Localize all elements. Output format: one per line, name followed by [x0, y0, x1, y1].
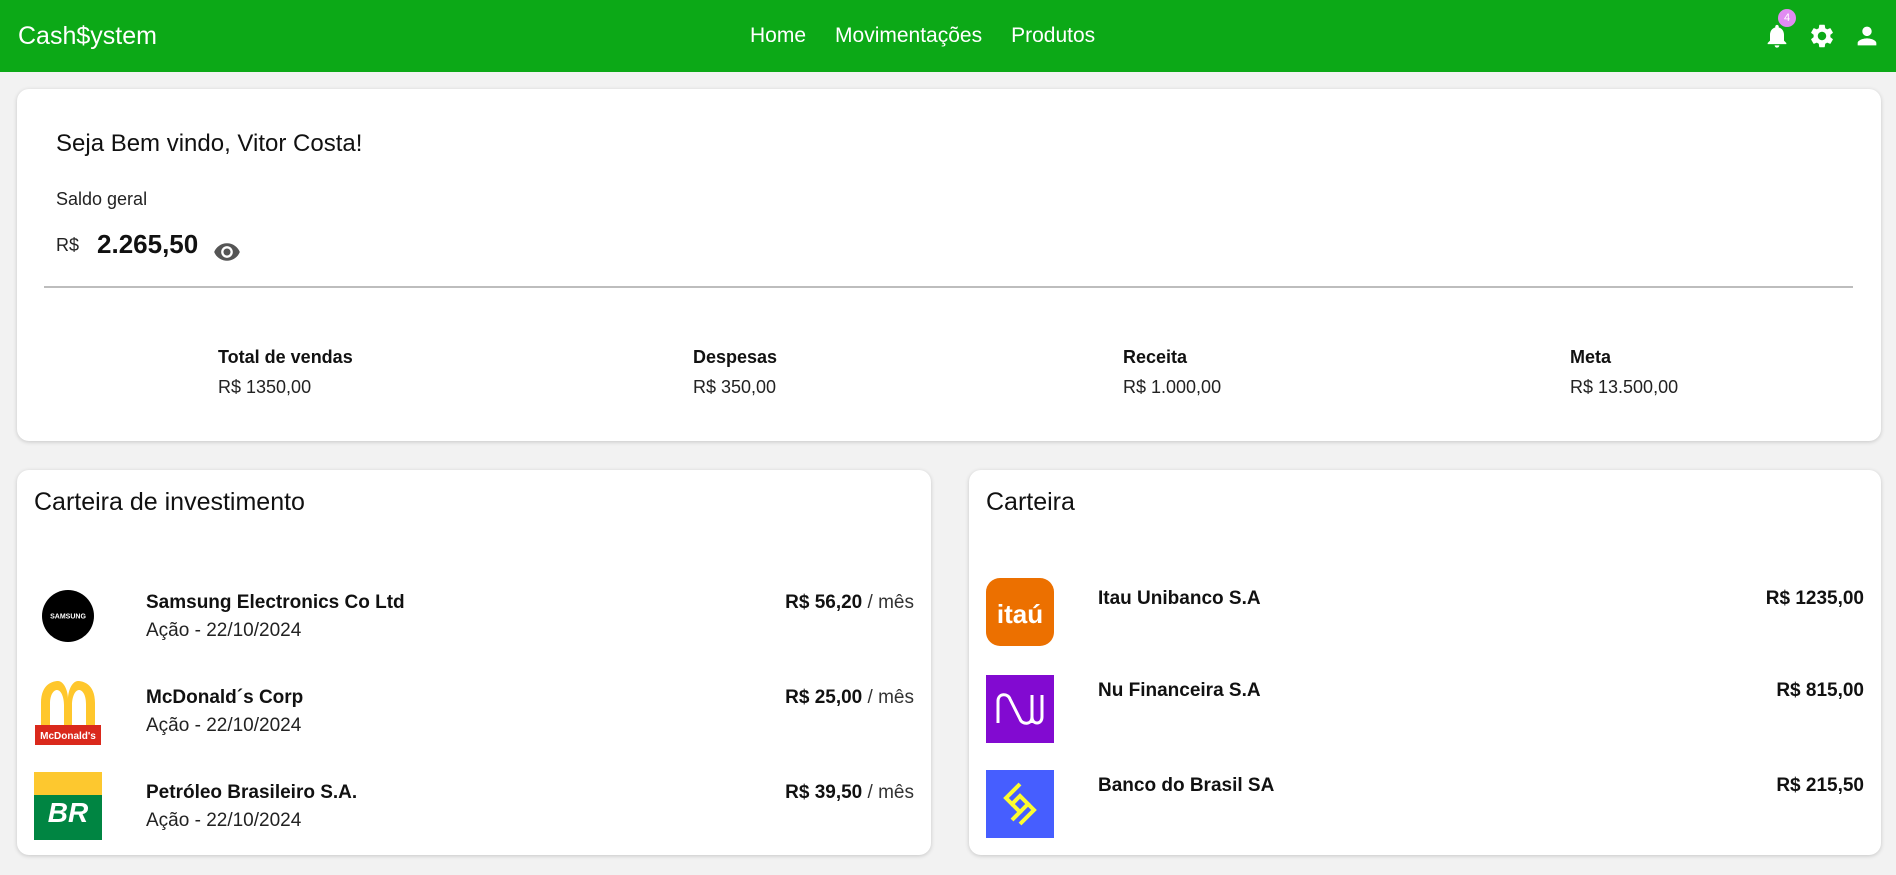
stat-value: R$ 1350,00	[218, 377, 312, 397]
investment-amount: R$ 56,20 / mês	[785, 592, 914, 613]
nubank-logo	[986, 675, 1054, 743]
wallet-row[interactable]: Nu Financeira S.A R$ 815,00	[986, 675, 1864, 743]
investment-detail: Ação - 22/10/2024	[146, 620, 302, 641]
balance-label: Saldo geral	[56, 189, 148, 209]
investment-portfolio-card: Carteira de investimento SAMSUNG Samsung…	[17, 470, 931, 855]
settings-button[interactable]	[1807, 21, 1837, 51]
stat-value: R$ 1.000,00	[1123, 377, 1222, 397]
itau-logo-text: itaú	[997, 599, 1043, 629]
stat-total-vendas: Total de vendas R$ 1350,00	[218, 347, 353, 398]
wallet-row[interactable]: Banco do Brasil SA R$ 215,50	[986, 770, 1864, 838]
wallet-card: Carteira itaú Itau Unibanco S.A R$ 1235,…	[969, 470, 1881, 855]
investment-row[interactable]: BR Petróleo Brasileiro S.A. Ação - 22/10…	[34, 772, 914, 840]
itau-logo: itaú	[986, 578, 1054, 646]
balance-summary-card: Seja Bem vindo, Vitor Costa! Saldo geral…	[17, 89, 1881, 441]
toggle-balance-visibility-button[interactable]	[213, 238, 241, 266]
person-icon	[1857, 26, 1877, 46]
wallet-row[interactable]: itaú Itau Unibanco S.A R$ 1235,00	[986, 578, 1864, 646]
notifications-button[interactable]: 4	[1762, 9, 1796, 51]
petrobras-logo: BR	[34, 772, 102, 840]
stat-label: Receita	[1123, 347, 1188, 367]
welcome-message: Seja Bem vindo, Vitor Costa!	[56, 130, 363, 157]
nav-produtos-link[interactable]: Produtos	[1011, 24, 1095, 48]
wallet-amount: R$ 215,50	[1776, 775, 1864, 796]
eye-icon	[214, 243, 241, 261]
wallet-amount: R$ 1235,00	[1765, 588, 1864, 609]
header-actions: 4	[1747, 0, 1882, 72]
investment-row[interactable]: SAMSUNG Samsung Electronics Co Ltd Ação …	[34, 582, 914, 650]
investment-detail: Ação - 22/10/2024	[146, 810, 302, 831]
investment-detail: Ação - 22/10/2024	[146, 715, 302, 736]
investment-name: Petróleo Brasileiro S.A.	[146, 782, 358, 803]
mcdonalds-logo: McDonald's	[35, 681, 101, 745]
investment-name: McDonald´s Corp	[146, 687, 304, 708]
samsung-logo-text: SAMSUNG	[50, 614, 86, 621]
investment-card-title: Carteira de investimento	[34, 488, 305, 516]
wallet-amount: R$ 815,00	[1776, 680, 1864, 701]
samsung-logo: SAMSUNG	[42, 590, 94, 642]
mcdonalds-logo-text: McDonald's	[40, 731, 96, 742]
petrobras-logo-text: BR	[48, 797, 89, 828]
stat-despesas: Despesas R$ 350,00	[693, 347, 777, 398]
stat-value: R$ 13.500,00	[1570, 377, 1679, 397]
account-button[interactable]	[1852, 21, 1882, 51]
stat-label: Meta	[1570, 347, 1612, 367]
gear-icon	[1811, 24, 1833, 48]
stat-value: R$ 350,00	[693, 377, 777, 397]
balance-currency: R$	[56, 235, 80, 255]
summary-divider	[44, 286, 1853, 288]
balance-row: R$ 2.265,50	[56, 229, 241, 261]
wallet-bank-name: Itau Unibanco S.A	[1098, 588, 1261, 609]
top-navbar: Cash$ystem Home Movimentações Produtos 4	[0, 0, 1896, 72]
app-brand[interactable]: Cash$ystem	[18, 0, 157, 72]
investment-name: Samsung Electronics Co Ltd	[146, 592, 405, 613]
investment-amount: R$ 39,50 / mês	[785, 782, 914, 803]
nav-movimentacoes-link[interactable]: Movimentações	[835, 24, 982, 48]
nav-home-link[interactable]: Home	[750, 24, 806, 48]
stat-receita: Receita R$ 1.000,00	[1123, 347, 1221, 398]
wallet-bank-name: Banco do Brasil SA	[1098, 775, 1275, 796]
banco-do-brasil-logo	[986, 770, 1054, 838]
stat-meta: Meta R$ 13.500,00	[1570, 347, 1678, 398]
investment-amount: R$ 25,00 / mês	[785, 687, 914, 708]
notification-count-badge: 4	[1778, 9, 1796, 27]
wallet-bank-name: Nu Financeira S.A	[1098, 680, 1261, 701]
investment-row[interactable]: McDonald's McDonald´s Corp Ação - 22/10/…	[34, 677, 914, 745]
main-nav: Home Movimentações Produtos	[750, 0, 1124, 72]
stat-label: Total de vendas	[218, 347, 353, 367]
wallet-card-title: Carteira	[986, 488, 1075, 516]
stat-label: Despesas	[693, 347, 778, 367]
balance-value: 2.265,50	[97, 229, 199, 259]
